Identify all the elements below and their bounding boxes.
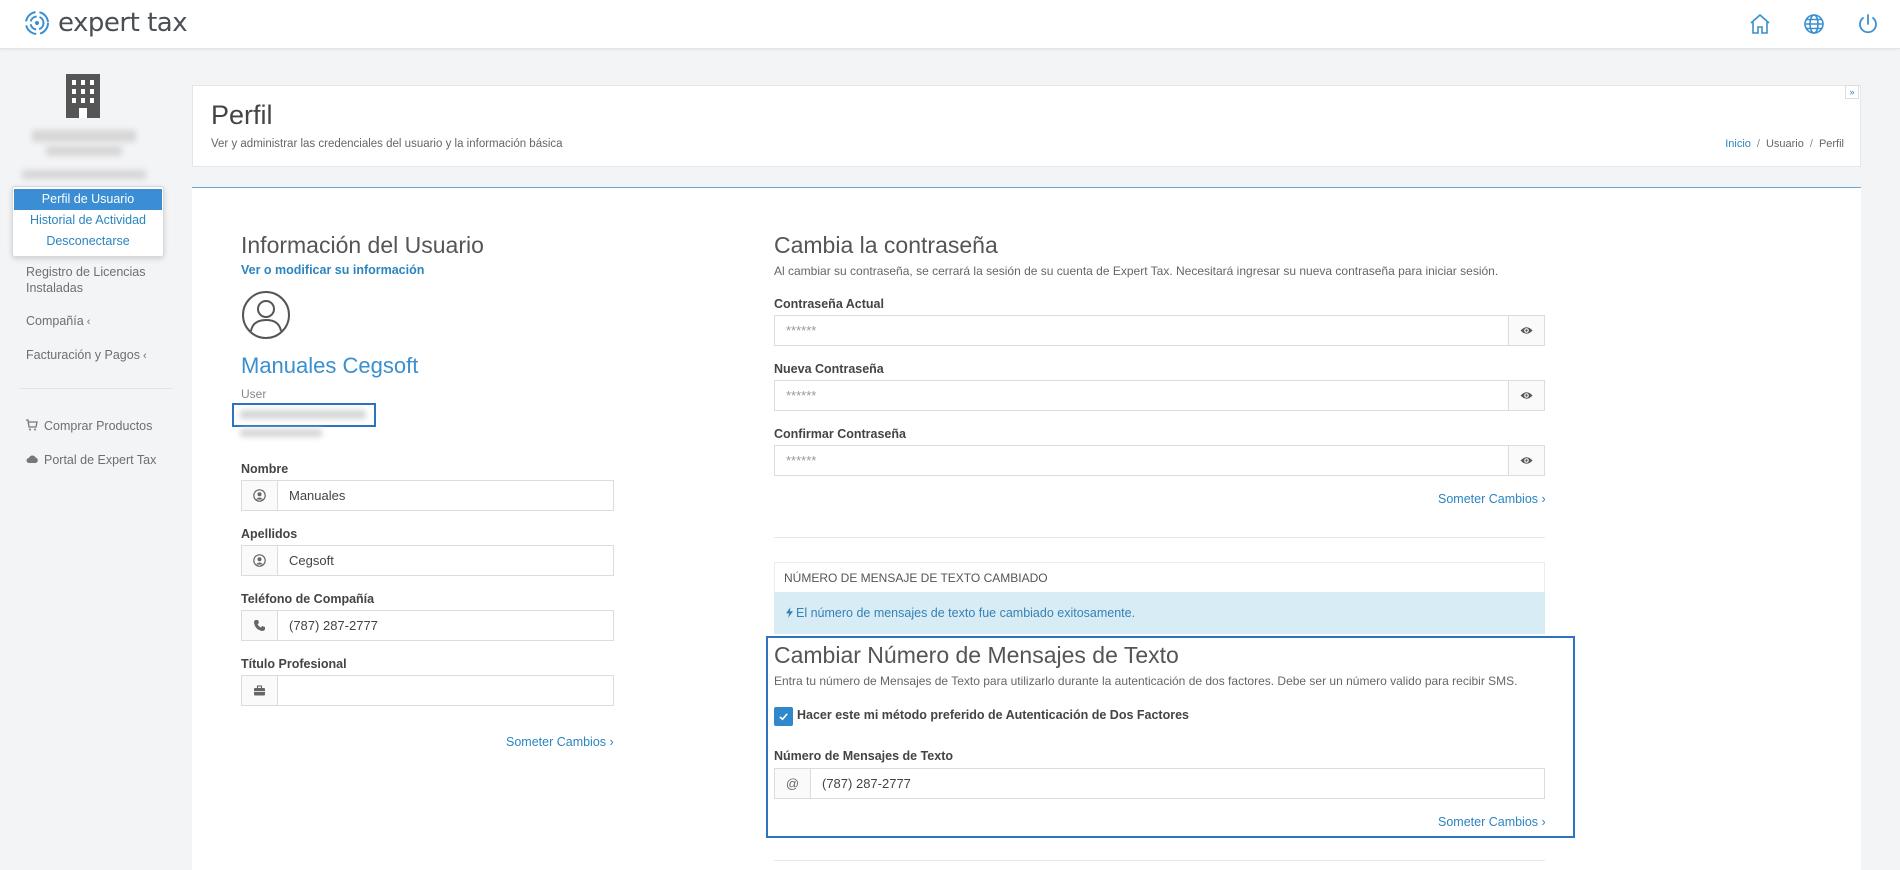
success-alert: El número de mensajes de texto fue cambi… xyxy=(774,592,1545,634)
expert-tax-logo-icon xyxy=(25,11,49,35)
job-title-field-group xyxy=(241,675,614,706)
sidebar-item-label: Comprar Productos xyxy=(44,419,153,433)
page-subtitle: Ver y administrar las credenciales del u… xyxy=(211,138,563,150)
home-icon[interactable] xyxy=(1748,12,1772,36)
top-bar: expert tax xyxy=(0,0,1900,49)
menu-item-activity-history[interactable]: Historial de Actividad xyxy=(13,210,163,231)
breadcrumb: Inicio / Usuario / Perfil xyxy=(1725,138,1844,150)
sms-number-label: Número de Mensajes de Texto xyxy=(774,749,953,763)
sidebar-item-label: Portal de Expert Tax xyxy=(44,453,157,467)
password-description: Al cambiar su contraseña, se cerrará la … xyxy=(774,264,1499,278)
eye-icon xyxy=(1520,327,1533,334)
user-circle-icon xyxy=(253,489,266,502)
cart-icon xyxy=(26,419,38,431)
checkmark-icon xyxy=(779,713,788,721)
sidebar-item-portal[interactable]: Portal de Expert Tax xyxy=(26,452,156,468)
sidebar-item-label: Compañía xyxy=(26,314,84,328)
first-name-input[interactable] xyxy=(278,481,613,510)
bolt-icon xyxy=(786,607,793,618)
menu-item-user-profile[interactable]: Perfil de Usuario xyxy=(14,189,162,210)
show-password-toggle[interactable] xyxy=(1508,446,1544,475)
alert-message: El número de mensajes de texto fue cambi… xyxy=(796,606,1136,620)
breadcrumb-current: Perfil xyxy=(1818,138,1844,150)
current-password-field-group xyxy=(774,315,1545,346)
new-password-field-group xyxy=(774,380,1545,411)
breadcrumb-home[interactable]: Inicio xyxy=(1725,138,1751,150)
current-password-input[interactable] xyxy=(775,316,1508,345)
at-sign-icon: @ xyxy=(775,769,811,798)
sms-section-title: Cambiar Número de Mensajes de Texto xyxy=(774,642,1179,668)
job-title-label: Título Profesional xyxy=(241,657,347,671)
first-name-field-group xyxy=(241,480,614,511)
eye-icon xyxy=(1520,392,1533,399)
page-header: Perfil Ver y administrar las credenciale… xyxy=(192,85,1861,167)
preferred-2fa-checkbox[interactable] xyxy=(774,707,793,726)
show-password-toggle[interactable] xyxy=(1508,316,1544,345)
user-avatar-icon xyxy=(242,291,290,339)
sidebar: Perfil de Usuario Historial de Actividad… xyxy=(0,50,180,870)
user-display-name: Manuales Cegsoft xyxy=(241,353,419,378)
sms-description: Entra tu número de Mensajes de Texto par… xyxy=(774,674,1518,688)
company-phone-field-group xyxy=(241,610,614,641)
sidebar-item-licenses[interactable]: Registro de Licencias Instaladas xyxy=(26,264,156,296)
breadcrumb-user: Usuario xyxy=(1765,138,1804,150)
username-redacted xyxy=(240,410,366,419)
password-section-title: Cambia la contraseña xyxy=(774,232,998,258)
new-password-label: Nueva Contraseña xyxy=(774,362,884,376)
globe-icon[interactable] xyxy=(1802,12,1826,36)
sms-number-input[interactable] xyxy=(811,769,1544,798)
company-phone-input[interactable] xyxy=(278,611,613,640)
user-menu-popup: Perfil de Usuario Historial de Actividad… xyxy=(12,186,164,257)
preferred-2fa-label: Hacer este mi método preferido de Autent… xyxy=(797,708,1189,722)
menu-item-logout[interactable]: Desconectarse xyxy=(13,231,163,252)
power-icon[interactable] xyxy=(1856,12,1880,36)
section-divider xyxy=(774,537,1545,538)
confirm-password-label: Confirmar Contraseña xyxy=(774,427,906,441)
first-name-label: Nombre xyxy=(241,462,289,476)
cloud-icon xyxy=(26,455,38,463)
user-info-submit-button[interactable]: Someter Cambios › xyxy=(506,735,614,749)
sidebar-item-company[interactable]: Compañía ‹ xyxy=(26,313,90,330)
building-icon xyxy=(66,74,100,118)
last-name-label: Apellidos xyxy=(241,527,298,541)
chevron-left-icon: ‹ xyxy=(86,316,91,328)
company-name-redacted xyxy=(32,130,136,142)
sidebar-item-buy-products[interactable]: Comprar Productos xyxy=(26,418,152,434)
current-password-label: Contraseña Actual xyxy=(774,297,884,311)
view-modify-info-link[interactable]: Ver o modificar su información xyxy=(241,263,424,277)
job-title-input[interactable] xyxy=(278,676,613,705)
new-password-input[interactable] xyxy=(775,381,1508,410)
chevron-left-icon: ‹ xyxy=(142,350,147,362)
last-name-input[interactable] xyxy=(278,546,613,575)
last-name-field-group xyxy=(241,545,614,576)
show-password-toggle[interactable] xyxy=(1508,381,1544,410)
sidebar-divider xyxy=(20,388,172,389)
sidebar-item-label: Registro de Licencias Instaladas xyxy=(26,265,146,295)
confirm-password-input[interactable] xyxy=(775,446,1508,475)
company-phone-label: Teléfono de Compañía xyxy=(241,592,375,606)
phone-icon xyxy=(254,620,265,631)
breadcrumb-separator: / xyxy=(1756,138,1760,150)
confirm-password-field-group xyxy=(774,445,1545,476)
email-redacted xyxy=(240,429,322,437)
email-redacted xyxy=(22,170,146,179)
section-divider xyxy=(774,860,1545,861)
company-detail-redacted xyxy=(46,146,122,156)
user-info-title: Información del Usuario xyxy=(241,232,484,258)
sidebar-item-label: Facturación y Pagos xyxy=(26,348,140,362)
user-role: User xyxy=(241,387,267,401)
eye-icon xyxy=(1520,457,1533,464)
sidebar-item-billing[interactable]: Facturación y Pagos ‹ xyxy=(26,347,147,364)
breadcrumb-separator: / xyxy=(1809,138,1813,150)
password-submit-button[interactable]: Someter Cambios › xyxy=(1438,492,1546,506)
sms-number-field-group: @ xyxy=(774,768,1545,799)
app-name: expert tax xyxy=(58,8,188,38)
sms-submit-button[interactable]: Someter Cambios › xyxy=(1438,815,1546,829)
app-logo[interactable]: expert tax xyxy=(24,8,188,38)
user-circle-icon xyxy=(253,554,266,567)
briefcase-icon xyxy=(254,685,265,696)
alert-title: NÚMERO DE MENSAJE DE TEXTO CAMBIADO xyxy=(774,562,1545,592)
page-title: Perfil xyxy=(211,100,273,130)
expand-icon[interactable]: » xyxy=(1845,85,1859,99)
